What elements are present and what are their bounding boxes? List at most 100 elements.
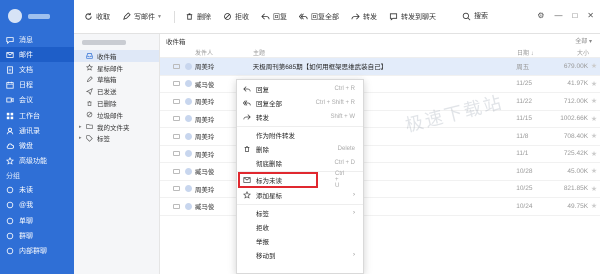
chevron-right-icon: › (353, 192, 355, 199)
group-icon (6, 217, 14, 225)
reply-button[interactable]: 回复 (261, 12, 287, 22)
star-icon[interactable]: ★ (588, 115, 600, 123)
drive-icon (6, 142, 14, 150)
shortcut-hint: Shift + W (330, 114, 355, 121)
folder-item[interactable]: ▸ 标签 (74, 133, 159, 145)
nav-item[interactable]: 邮件 (0, 47, 74, 63)
account-header[interactable] (74, 34, 159, 50)
nav-group-label: 单聊 (19, 217, 33, 225)
table-row[interactable]: 周美玲思维】11/22712.00K★ (160, 93, 600, 111)
search-button[interactable]: 搜索 (462, 11, 488, 21)
nav-item[interactable]: 通讯录 (0, 123, 74, 138)
nav-item[interactable]: 工作台 (0, 108, 74, 123)
spam-icon (86, 111, 93, 118)
star-icon[interactable]: ★ (588, 80, 600, 88)
calendar-icon (6, 81, 14, 89)
folder-label: 草稿箱 (97, 77, 117, 85)
context-menu-item[interactable]: 添加星标 › (237, 188, 363, 202)
star-icon[interactable]: ★ (588, 185, 600, 193)
mail-date: 10/28 (516, 167, 533, 175)
tag-icon (86, 135, 93, 142)
filter-dropdown[interactable]: 全部 ▾ (575, 36, 592, 45)
star-icon[interactable]: ★ (588, 202, 600, 210)
table-row[interactable]: 周美玲4个秘诀】11/151002.66K★ (160, 111, 600, 128)
nav-group-label: 未读 (19, 187, 33, 195)
nav-item[interactable]: 日程 (0, 78, 74, 93)
column-subject[interactable]: 主题 (253, 48, 517, 57)
folder-item[interactable]: 已删除 (74, 97, 159, 109)
nav-item[interactable]: 文档 (0, 62, 74, 77)
star-icon[interactable]: ★ (588, 150, 600, 158)
table-row[interactable]: 周美玲的方法】10/25821.85K★ (160, 181, 600, 198)
context-menu-item[interactable]: 作为附件转发 (237, 128, 363, 142)
compose-button[interactable]: 写邮件 ▼ (122, 12, 162, 22)
folder-item[interactable]: 垃圾邮件 (74, 109, 159, 121)
table-row[interactable]: 周美玲职业素养】11/1725.42K★ (160, 146, 600, 163)
nav-group-item[interactable]: 内部群聊 (0, 243, 74, 258)
refresh-button[interactable]: 收取 (84, 12, 110, 22)
refresh-label: 收取 (96, 13, 110, 21)
folder-item[interactable]: 星标邮件 (74, 62, 159, 74)
table-row[interactable]: 臧马俊 10/24 49.75K ★ (160, 198, 600, 216)
mail-date: 11/15 (516, 115, 532, 123)
delete-label: 删除 (196, 13, 211, 21)
context-menu-item[interactable]: 删除 Delete (237, 142, 363, 156)
envelope-icon (170, 168, 183, 174)
context-menu-label: 删除 (256, 146, 269, 154)
forward-button[interactable]: 转发 (351, 12, 377, 22)
table-row[interactable]: 周美玲汇报】11/8708.40K★ (160, 128, 600, 146)
close-icon[interactable]: ✕ (587, 11, 594, 20)
context-menu-item[interactable]: 转发 Shift + W (237, 110, 363, 124)
context-menu-item[interactable]: 举报 (237, 234, 363, 248)
reply-all-button[interactable]: 回复全部 (298, 12, 339, 22)
filter-label: 全部 (575, 39, 588, 45)
folder-item[interactable]: 草稿箱 (74, 74, 159, 86)
star-icon[interactable]: ★ (588, 62, 600, 70)
reply-icon (243, 85, 251, 93)
star-icon[interactable]: ★ (588, 97, 600, 105)
star-icon[interactable]: ★ (588, 167, 600, 175)
table-row[interactable]: 臧马俊2024.1010/2845.00K★ (160, 163, 600, 181)
column-date[interactable]: 日期 ↓ (517, 48, 557, 57)
nav-item[interactable]: 高级功能 (0, 154, 74, 169)
context-menu-label: 拒收 (256, 224, 269, 232)
nav-group-item[interactable]: @我 (0, 198, 74, 213)
context-menu-item[interactable]: 回复 Ctrl + R (237, 82, 363, 96)
avatar[interactable] (8, 9, 22, 23)
nav-group-item[interactable]: 群聊 (0, 228, 74, 243)
chevron-right-icon[interactable]: ▸ (79, 135, 85, 141)
forward-chat-button[interactable]: 转发到聊天 (389, 12, 436, 22)
context-menu-label: 举报 (256, 238, 269, 246)
folder-item[interactable]: ▸ 我的文件夹 (74, 121, 159, 133)
star-icon[interactable]: ★ (588, 132, 600, 140)
context-menu-label: 添加星标 (256, 193, 282, 201)
sent-icon (86, 87, 93, 95)
nav-group-item[interactable]: 单聊 (0, 213, 74, 228)
nav-group-item[interactable]: 未读 (0, 183, 74, 198)
nav-item[interactable]: 消息 (0, 32, 74, 47)
user-bar[interactable] (0, 0, 74, 32)
minimize-icon[interactable]: — (554, 11, 562, 20)
column-from[interactable]: 发件人 (195, 48, 253, 57)
chevron-right-icon[interactable]: ▸ (79, 124, 85, 130)
folder-item[interactable]: 收件箱 (74, 50, 159, 62)
context-menu-item[interactable]: 彻底删除 Ctrl + D (237, 156, 363, 170)
chevron-down-icon[interactable]: ▼ (157, 14, 162, 20)
table-row[interactable]: 周美玲 天极周刊第685期【如何用框架思维武装自己】 周五 679.00K ★ (160, 58, 600, 76)
context-menu-item[interactable]: 标签 › (237, 206, 363, 220)
mail-size: 679.00K (563, 62, 589, 70)
reject-button[interactable]: 拒收 (223, 12, 249, 22)
nav-item[interactable]: 会议 (0, 93, 74, 108)
folder-item[interactable]: 已发送 (74, 85, 159, 97)
nav-item[interactable]: 微盘 (0, 138, 74, 153)
context-menu-item[interactable]: 标为未读 Ctrl + U (238, 171, 344, 189)
context-menu-item[interactable]: 回复全部 Ctrl + Shift + R (237, 96, 363, 110)
delete-button[interactable]: 删除 (185, 12, 211, 22)
sender-avatar (183, 185, 195, 193)
column-size[interactable]: 大小 (557, 48, 589, 57)
settings-icon[interactable]: ⚙ (537, 11, 544, 20)
context-menu-item[interactable]: 拒收 (237, 220, 363, 234)
maximize-icon[interactable]: □ (572, 11, 577, 20)
table-row[interactable]: 臧马俊 11/25 41.97K ★ (160, 76, 600, 93)
context-menu-item[interactable]: 移动到 › (237, 248, 363, 262)
